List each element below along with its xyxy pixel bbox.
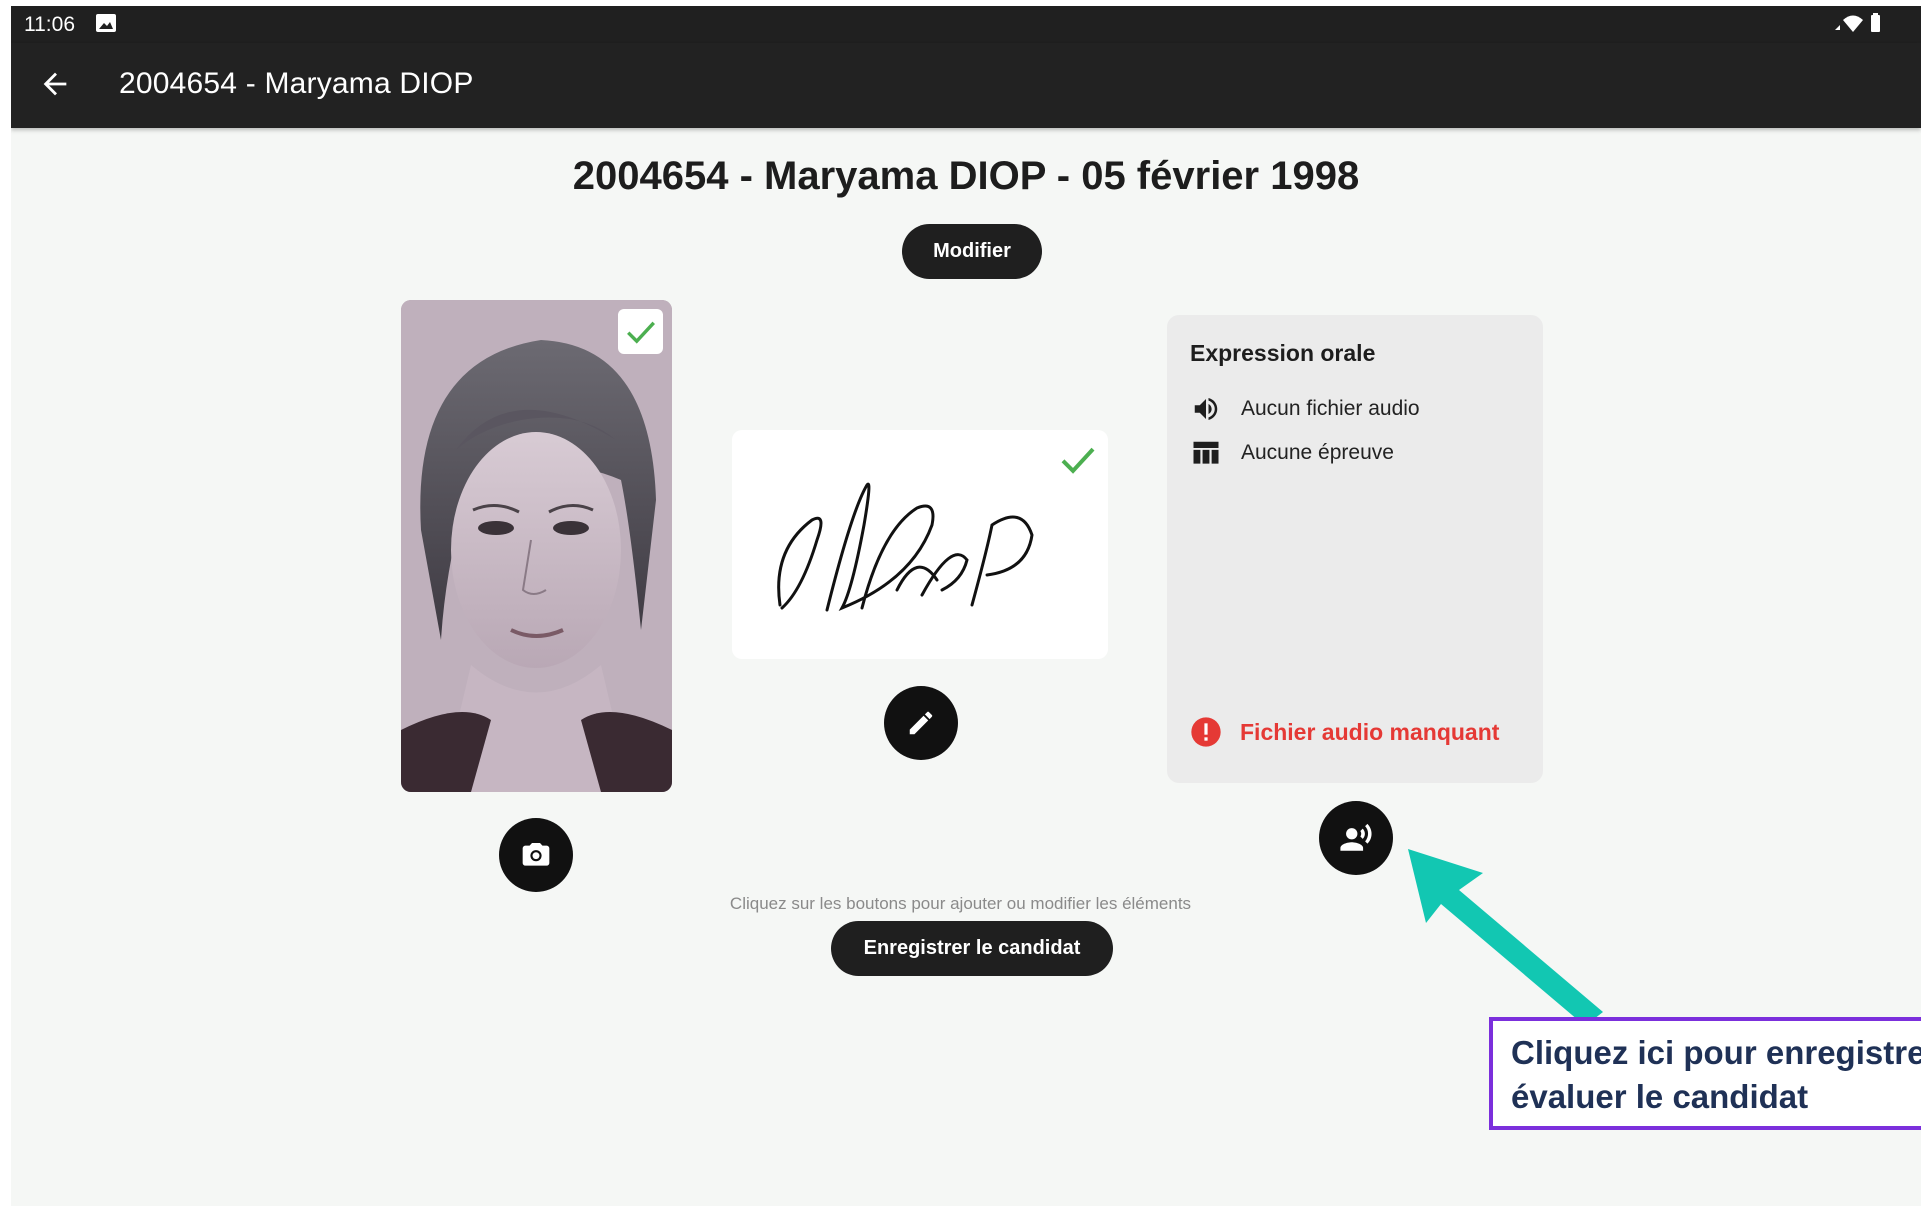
oral-title: Expression orale — [1190, 340, 1376, 366]
signature-drawing — [777, 482, 1034, 612]
hint-text: Cliquez sur les boutons pour ajouter ou … — [729, 894, 1192, 913]
test-status-row: Aucune épreuve — [1190, 437, 1394, 469]
status-icons — [1835, 13, 1880, 32]
image-icon — [96, 14, 116, 32]
check-icon — [1061, 447, 1095, 474]
candidate-photo — [401, 300, 672, 792]
pencil-icon — [909, 711, 933, 735]
audio-missing-text: Fichier audio manquant — [1240, 718, 1500, 745]
battery-icon — [1871, 13, 1880, 32]
modifier-button[interactable]: Modifier — [902, 224, 1042, 279]
tutorial-callout: Cliquez ici pour enregistrer évaluer le … — [1489, 1017, 1921, 1130]
status-bar: 11:06 — [11, 6, 1921, 43]
audio-status-text: Aucun fichier audio — [1241, 397, 1420, 420]
edit-signature-button[interactable] — [884, 686, 958, 760]
check-icon — [626, 321, 655, 344]
arrow-back-icon[interactable] — [38, 67, 72, 101]
portrait-drawing — [401, 300, 672, 792]
signal-icon — [1835, 25, 1840, 30]
wifi-icon — [1843, 15, 1863, 32]
app-bar: 2004654 - Maryama DIOP — [11, 43, 1921, 128]
camera-icon — [522, 843, 550, 866]
status-time: 11:06 — [24, 13, 75, 36]
table-icon — [1190, 437, 1222, 469]
audio-missing-warning: Fichier audio manquant — [1190, 716, 1499, 748]
error-icon — [1191, 717, 1221, 747]
app-screen: 11:06 2004654 - Maryama DIOP 2004654 - M… — [11, 6, 1921, 1206]
app-bar-title: 2004654 - Maryama DIOP — [119, 67, 474, 100]
arrow-icon — [1408, 849, 1603, 1026]
photo-status-badge — [618, 309, 663, 354]
test-status-text: Aucune épreuve — [1241, 441, 1394, 464]
candidate-heading: 2004654 - Maryama DIOP - 05 février 1998 — [572, 154, 1360, 198]
audio-status-row: Aucun fichier audio — [1190, 393, 1420, 425]
camera-button[interactable] — [499, 818, 573, 892]
oral-expression-card: Expression orale Aucun fichier audio Auc… — [1167, 315, 1543, 783]
signature-card — [732, 430, 1108, 659]
volume-icon — [1190, 393, 1222, 425]
record-audio-button[interactable] — [1319, 801, 1393, 875]
record-voice-icon — [1340, 823, 1372, 851]
save-candidate-button[interactable]: Enregistrer le candidat — [831, 921, 1113, 976]
